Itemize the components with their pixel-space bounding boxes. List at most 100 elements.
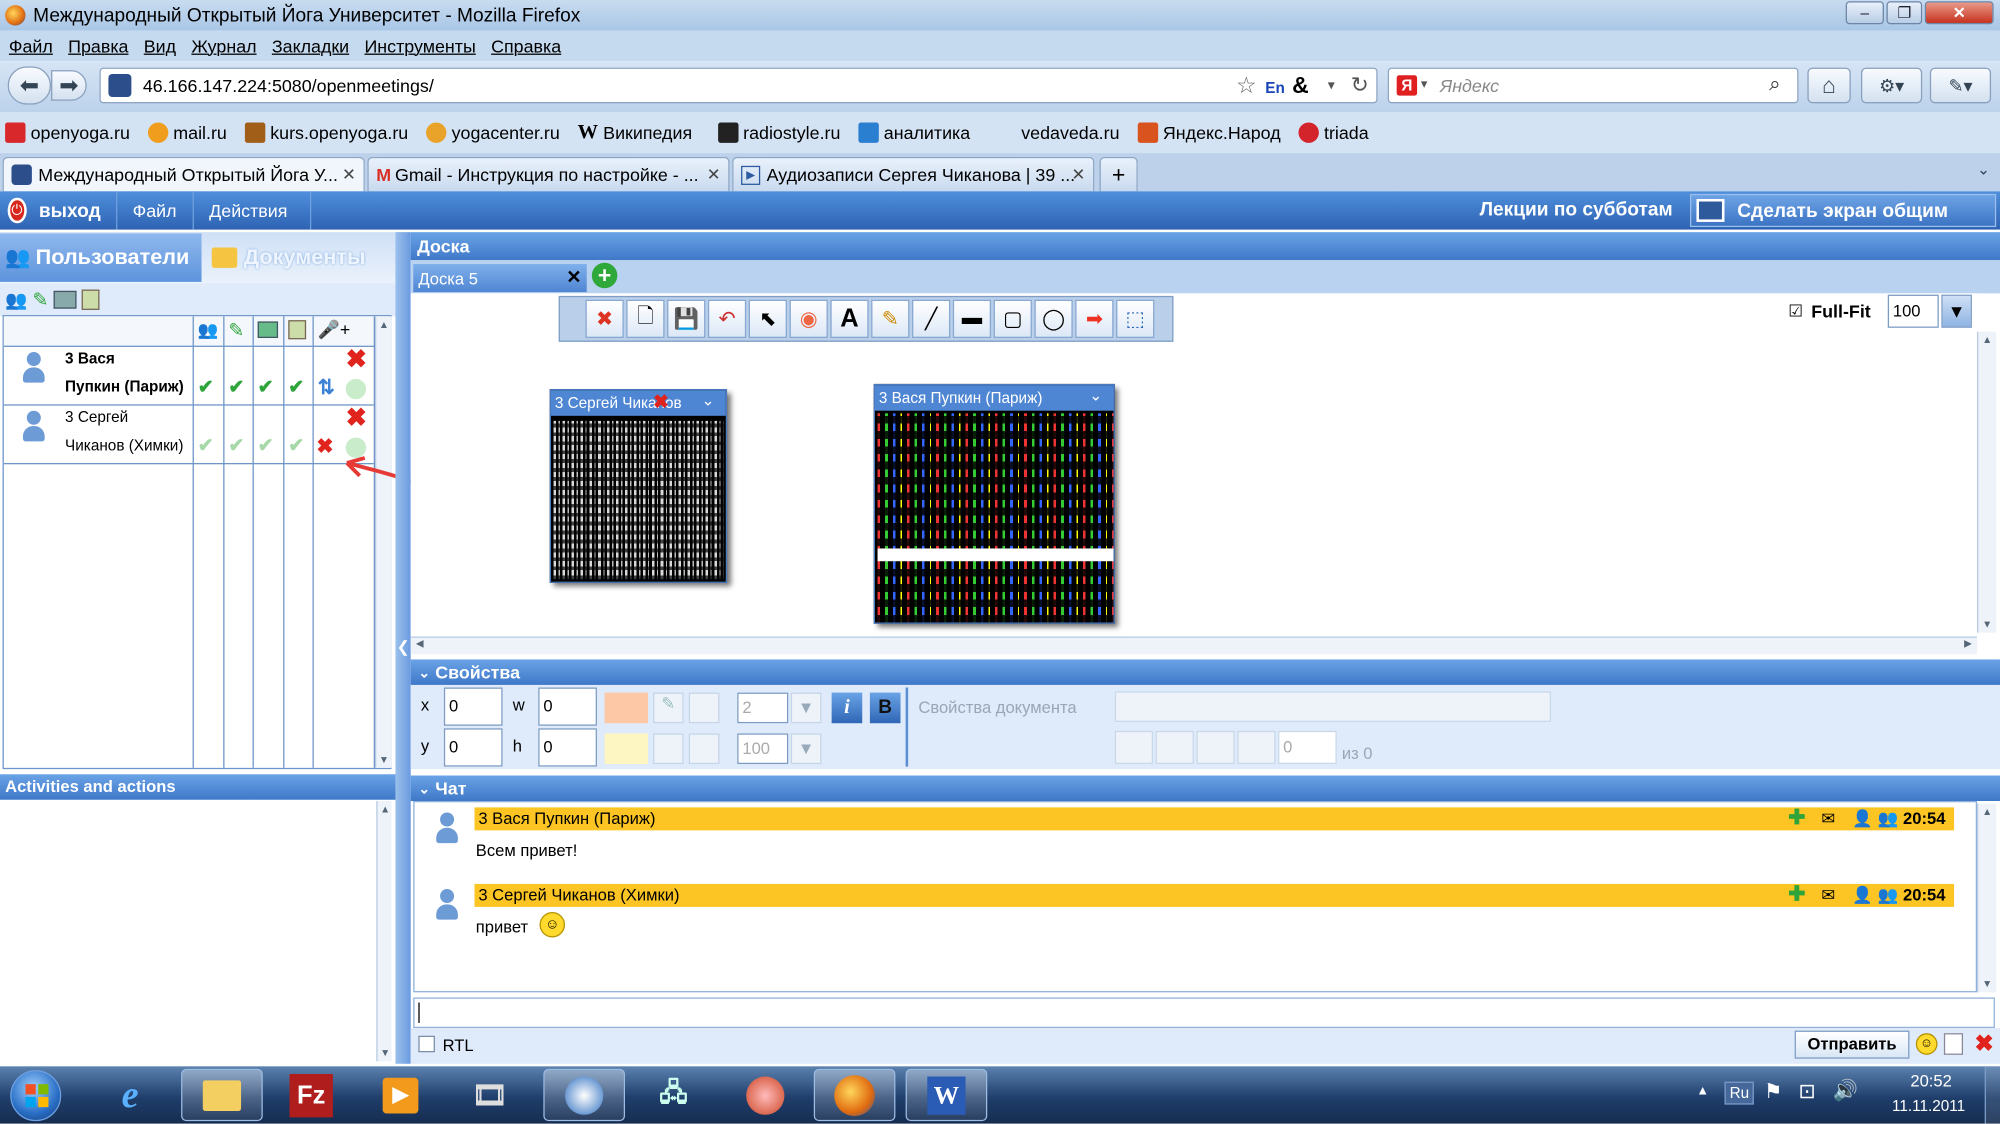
show-hidden-icons[interactable]: ▲	[1696, 1084, 1709, 1098]
bookmark-wikipedia[interactable]: W Википедия	[573, 122, 692, 143]
zoom-dropdown-icon[interactable]: ▼	[1941, 294, 1972, 328]
profile-icon[interactable]: 👤	[1852, 807, 1873, 830]
reload-icon[interactable]: ↻	[1351, 69, 1369, 102]
network-status-icon[interactable]: ⊡	[1798, 1079, 1815, 1105]
menu-edit[interactable]: Правка	[68, 36, 128, 56]
x-field[interactable]: 0	[443, 687, 503, 726]
search-icon[interactable]: ⌕	[1769, 69, 1780, 102]
tab-audio[interactable]: ▶ Аудиозаписи Сергея Чиканова | 39 ... ✕	[732, 156, 1095, 192]
network-taskbar-icon[interactable]: 🖧	[633, 1069, 715, 1121]
ie-taskbar-icon[interactable]: e	[89, 1069, 171, 1121]
users-group-icon[interactable]: 👥	[5, 289, 27, 311]
maximize-button[interactable]: ❐	[1886, 1, 1923, 25]
opacity-dropdown-icon[interactable]: ▼	[790, 733, 822, 765]
tab-users[interactable]: 👥 Пользователи	[0, 233, 202, 282]
bookmark-radiostyle[interactable]: radiostyle.ru	[713, 122, 840, 143]
ampersand-icon[interactable]: &	[1292, 69, 1309, 102]
engine-dropdown-icon[interactable]: ▾	[1421, 69, 1427, 102]
y-field[interactable]: 0	[443, 728, 503, 767]
word-taskbar-icon[interactable]: W	[905, 1068, 988, 1122]
firefox-taskbar-icon[interactable]	[813, 1068, 896, 1122]
copy-chat-icon[interactable]	[1943, 1033, 1964, 1055]
zoom-tool-icon[interactable]: ◉	[789, 299, 828, 339]
activities-scrollbar[interactable]: ▲ ▼	[376, 801, 392, 1062]
sync-icon[interactable]: ⇅	[318, 375, 335, 401]
browser-globe-taskbar-icon[interactable]	[724, 1069, 806, 1121]
collapse-chat-icon[interactable]: ⌄	[418, 780, 430, 796]
film-taskbar-icon[interactable]: 🎞	[449, 1069, 531, 1121]
h-field[interactable]: 0	[538, 728, 597, 767]
profile-icon[interactable]: 👤	[1852, 884, 1873, 907]
fill-color-bucket-icon[interactable]	[653, 733, 684, 765]
italic-button[interactable]: i	[831, 692, 863, 724]
clear-chat-icon[interactable]: ✖	[1974, 1032, 1993, 1055]
fill-color-lock-icon[interactable]	[688, 733, 720, 765]
add-board-icon[interactable]: +	[591, 262, 618, 289]
video-window-vasya[interactable]: 3 Вася Пупкин (Париж) ⌄	[873, 383, 1115, 624]
line-color-swatch[interactable]	[604, 692, 648, 724]
prev-page-icon[interactable]	[1155, 730, 1194, 765]
next-page-icon[interactable]	[1196, 730, 1235, 765]
share-screen-button[interactable]: Сделать экран общим	[1690, 193, 1997, 228]
menu-view[interactable]: Вид	[144, 36, 176, 56]
language-indicator[interactable]: Ru	[1724, 1081, 1755, 1105]
start-button[interactable]	[10, 1070, 62, 1122]
rect-tool-icon[interactable]: ▢	[993, 299, 1032, 339]
tab-documents[interactable]: Документы	[202, 233, 404, 281]
exit-button[interactable]: ⏻ выход	[0, 191, 118, 230]
rtl-checkbox[interactable]	[418, 1035, 435, 1053]
line-tool-icon[interactable]: ╱	[911, 299, 951, 339]
minimize-button[interactable]: –	[1845, 1, 1884, 25]
user-row[interactable]: 3 Сергей Чиканов (Химки) ✔ ✔ ✔ ✔ ✖ ✖	[3, 406, 374, 465]
url-bar[interactable]: 46.166.147.224:5080/openmeetings/ ☆ En &…	[99, 67, 1378, 104]
video-menu-icon[interactable]: ⌄	[1089, 386, 1102, 404]
media-player-taskbar-icon[interactable]: ▶	[360, 1069, 442, 1121]
explorer-taskbar-icon[interactable]	[181, 1068, 263, 1122]
video-menu-icon[interactable]: ⌄	[702, 392, 715, 410]
tools-button[interactable]: ✎▾	[1929, 67, 1992, 104]
arrow-tool-icon[interactable]: ➡	[1075, 299, 1114, 339]
om-menu-file[interactable]: Файл	[117, 191, 194, 230]
user-row[interactable]: 3 Вася Пупкин (Париж) ✔ ✔ ✔ ✔ ⇅ ✖	[3, 347, 374, 406]
tab-gmail[interactable]: M Gmail - Инструкция по настройке - ... …	[367, 156, 730, 192]
screen-check-icon[interactable]: ✔	[258, 378, 274, 397]
flag-icon[interactable]: ⚑	[1764, 1079, 1782, 1105]
pencil-icon[interactable]: ✎	[32, 288, 48, 312]
bookmark-vedaveda[interactable]: vedaveda.ru	[991, 122, 1119, 142]
send-button[interactable]: Отправить	[1794, 1030, 1910, 1059]
show-desktop-button[interactable]	[1984, 1066, 2000, 1124]
first-page-icon[interactable]	[1114, 730, 1154, 765]
pointer-tool-icon[interactable]: ⬉	[748, 299, 787, 339]
add-contact-icon[interactable]: ✚	[1788, 884, 1805, 907]
skype-taskbar-icon[interactable]	[543, 1068, 625, 1122]
board-hscrollbar[interactable]: ◀ ▶	[410, 636, 1978, 655]
bookmark-analytics[interactable]: аналитика	[853, 122, 970, 143]
bookmark-openyoga[interactable]: openyoga.ru	[0, 122, 130, 143]
pencil-tool-icon[interactable]: ✎	[871, 299, 910, 339]
tray-time[interactable]: 20:52	[1885, 1071, 1977, 1090]
save-tool-icon[interactable]: 💾	[667, 299, 706, 339]
close-tab-icon[interactable]: ✕	[342, 165, 356, 185]
bookmark-narod[interactable]: Яндекс.Народ	[1132, 122, 1281, 143]
page-field[interactable]: 0	[1278, 730, 1337, 765]
whiteboard-check-icon[interactable]: ✔	[228, 378, 244, 397]
whiteboard-check-icon[interactable]: ✔	[228, 436, 244, 455]
moderator-check-icon[interactable]: ✔	[198, 436, 214, 455]
screen-check-icon[interactable]: ✔	[258, 436, 274, 455]
bookmark-yogacenter[interactable]: yogacenter.ru	[421, 122, 560, 143]
last-page-icon[interactable]	[1237, 730, 1276, 765]
fullfit-checkbox[interactable]: ☑	[1788, 301, 1803, 321]
kick-user-icon[interactable]: ✖	[346, 347, 367, 373]
line-color-pencil-icon[interactable]: ✎	[653, 692, 684, 724]
forward-button[interactable]: ➡	[51, 70, 87, 101]
chat-scrollbar[interactable]: ▲ ▼	[1977, 803, 1997, 993]
remote-check-icon[interactable]: ✔	[288, 436, 304, 455]
bold-button[interactable]: B	[869, 692, 901, 724]
private-message-icon[interactable]: ✉	[1821, 807, 1835, 830]
tab-openyoga[interactable]: Международный Открытый Йога У... ✕	[2, 156, 365, 192]
moderator-check-icon[interactable]: ✔	[198, 378, 214, 397]
bookmark-star-icon[interactable]: ☆	[1236, 69, 1257, 102]
search-bar[interactable]: Я ▾ Яндекс ⌕	[1387, 67, 1799, 104]
screen-icon[interactable]	[53, 290, 77, 309]
close-window-button[interactable]: ✕	[1924, 1, 1994, 25]
